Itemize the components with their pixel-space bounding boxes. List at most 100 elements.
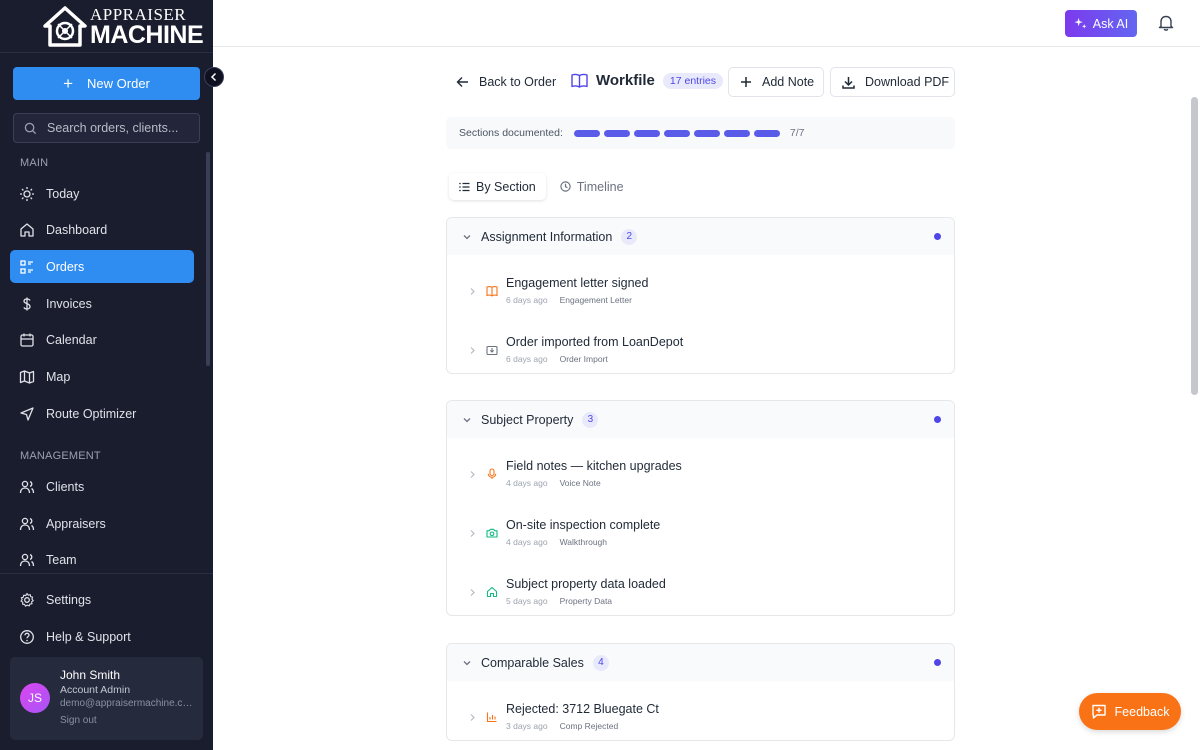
workfile-section: Subject Property 3 Field notes — kitchen…: [446, 400, 955, 616]
calendar-icon: [20, 333, 34, 347]
section-header[interactable]: Subject Property 3: [447, 401, 954, 438]
workfile-entry[interactable]: Field notes — kitchen upgrades 4 days ag…: [447, 438, 954, 497]
workfile-entry[interactable]: On-site inspection complete 4 days ago W…: [447, 497, 954, 556]
nav-item-dashboard[interactable]: Dashboard: [10, 213, 194, 246]
sidebar-scrollbar[interactable]: [206, 152, 210, 366]
nav-item-team[interactable]: Team: [10, 543, 194, 576]
chevron-right-icon[interactable]: [469, 287, 476, 296]
workfile-entry[interactable]: Subject property data loaded 5 days ago …: [447, 556, 954, 615]
add-note-button[interactable]: Add Note: [728, 67, 824, 97]
progress-label: Sections documented:: [459, 127, 563, 139]
add-note-label: Add Note: [762, 75, 815, 89]
progress-segment: [573, 129, 600, 137]
tab-timeline[interactable]: Timeline: [550, 173, 634, 200]
collapse-sidebar-button[interactable]: [204, 67, 224, 87]
chevron-right-icon[interactable]: [469, 470, 476, 479]
download-pdf-label: Download PDF: [865, 75, 950, 89]
sidebar: APPRAISER MACHINE + New Order MAIN Today…: [0, 0, 224, 750]
ask-ai-button[interactable]: Ask AI: [1065, 10, 1137, 37]
nav-item-settings[interactable]: Settings: [10, 583, 194, 616]
nav-item-today[interactable]: Today: [10, 177, 194, 210]
nav-label: Invoices: [46, 296, 92, 311]
entry-meta: 6 days ago Order Import: [506, 354, 608, 364]
progress-segment: [663, 129, 690, 137]
section-header[interactable]: Assignment Information 2: [447, 218, 954, 255]
users-icon: [19, 553, 35, 566]
chevron-down-icon: [463, 660, 471, 665]
page-title: Workfile: [596, 72, 655, 89]
nav-item-map[interactable]: Map: [10, 360, 194, 393]
new-order-button[interactable]: + New Order: [13, 67, 200, 100]
page-scrollbar[interactable]: [1191, 97, 1198, 395]
search-input[interactable]: [47, 121, 187, 135]
nav-item-route-optimizer[interactable]: Route Optimizer: [10, 397, 194, 430]
entry-source: Property Data: [559, 596, 613, 606]
section-header[interactable]: Comparable Sales 4: [447, 644, 954, 681]
entry-meta: 4 days ago Voice Note: [506, 478, 601, 488]
nav-item-invoices[interactable]: Invoices: [10, 287, 194, 320]
chevron-right-icon[interactable]: [469, 529, 476, 538]
help-icon: [20, 629, 34, 644]
section-label-management: MANAGEMENT: [20, 450, 101, 462]
chevron-right-icon[interactable]: [469, 588, 476, 597]
back-to-order-link[interactable]: Back to Order: [456, 75, 556, 89]
sun-icon: [20, 186, 34, 201]
nav-item-calendar[interactable]: Calendar: [10, 323, 194, 356]
users-icon: [19, 517, 35, 530]
avatar[interactable]: JS: [20, 683, 50, 713]
nav-item-clients[interactable]: Clients: [10, 470, 194, 503]
sign-out-link[interactable]: Sign out: [60, 715, 97, 726]
home-icon: [486, 586, 498, 598]
nav-label: Help & Support: [46, 629, 131, 644]
users-icon: [19, 480, 35, 493]
entry-source: Order Import: [559, 354, 608, 364]
sparkles-icon: [1074, 17, 1087, 29]
search-icon: [24, 122, 37, 134]
entry-title: Field notes — kitchen upgrades: [506, 459, 682, 473]
entry-meta: 5 days ago Property Data: [506, 596, 612, 606]
tab-label: By Section: [476, 179, 536, 194]
user-role: Account Admin: [60, 684, 131, 696]
feedback-button[interactable]: Feedback: [1079, 693, 1181, 730]
entry-age: 4 days ago: [506, 537, 548, 547]
workfile-entry[interactable]: Rejected: 3712 Bluegate Ct 3 days ago Co…: [447, 681, 954, 740]
workfile-section: Comparable Sales 4 Rejected: 3712 Bluega…: [446, 643, 955, 741]
progress-segment: [633, 129, 660, 137]
list-icon: [20, 259, 33, 274]
entry-source: Engagement Letter: [559, 295, 632, 305]
nav-label: Appraisers: [46, 516, 106, 531]
plus-icon: +: [63, 74, 74, 93]
user-email: demo@appraisermachine.com: [60, 698, 196, 709]
chevron-right-icon[interactable]: [469, 713, 476, 722]
nav-item-appraisers[interactable]: Appraisers: [10, 507, 194, 540]
entry-title: Engagement letter signed: [506, 276, 649, 290]
tab-by-section[interactable]: By Section: [449, 173, 546, 200]
home-icon: [20, 222, 34, 237]
entries-badge: 17 entries: [662, 72, 724, 89]
download-pdf-button[interactable]: Download PDF: [830, 67, 955, 97]
nav-item-help[interactable]: Help & Support: [10, 620, 194, 653]
entry-source: Walkthrough: [559, 537, 607, 547]
chevron-right-icon[interactable]: [469, 346, 476, 355]
nav-label: Calendar: [46, 332, 97, 347]
divider: [0, 573, 213, 574]
entry-age: 3 days ago: [506, 721, 548, 731]
chevron-down-icon: [463, 234, 471, 239]
entry-source: Voice Note: [559, 478, 601, 488]
navigation-icon: [20, 406, 34, 421]
new-order-label: New Order: [87, 76, 150, 91]
workfile-entry[interactable]: Order imported from LoanDepot 6 days ago…: [447, 314, 954, 373]
top-bar: Ask AI: [213, 0, 1200, 47]
progress-segment: [693, 129, 720, 137]
entry-age: 4 days ago: [506, 478, 548, 488]
notifications-button[interactable]: [1158, 14, 1174, 36]
logo[interactable]: APPRAISER MACHINE: [42, 5, 204, 49]
section-count-badge: 3: [582, 411, 599, 428]
entry-meta: 6 days ago Engagement Letter: [506, 295, 632, 305]
nav-item-orders[interactable]: Orders: [10, 250, 194, 283]
workfile-entry[interactable]: Engagement letter signed 6 days ago Enga…: [447, 255, 954, 314]
search-box[interactable]: [13, 113, 200, 143]
entry-age: 6 days ago: [506, 295, 548, 305]
entry-meta: 4 days ago Walkthrough: [506, 537, 607, 547]
arrow-left-icon: [456, 77, 468, 87]
